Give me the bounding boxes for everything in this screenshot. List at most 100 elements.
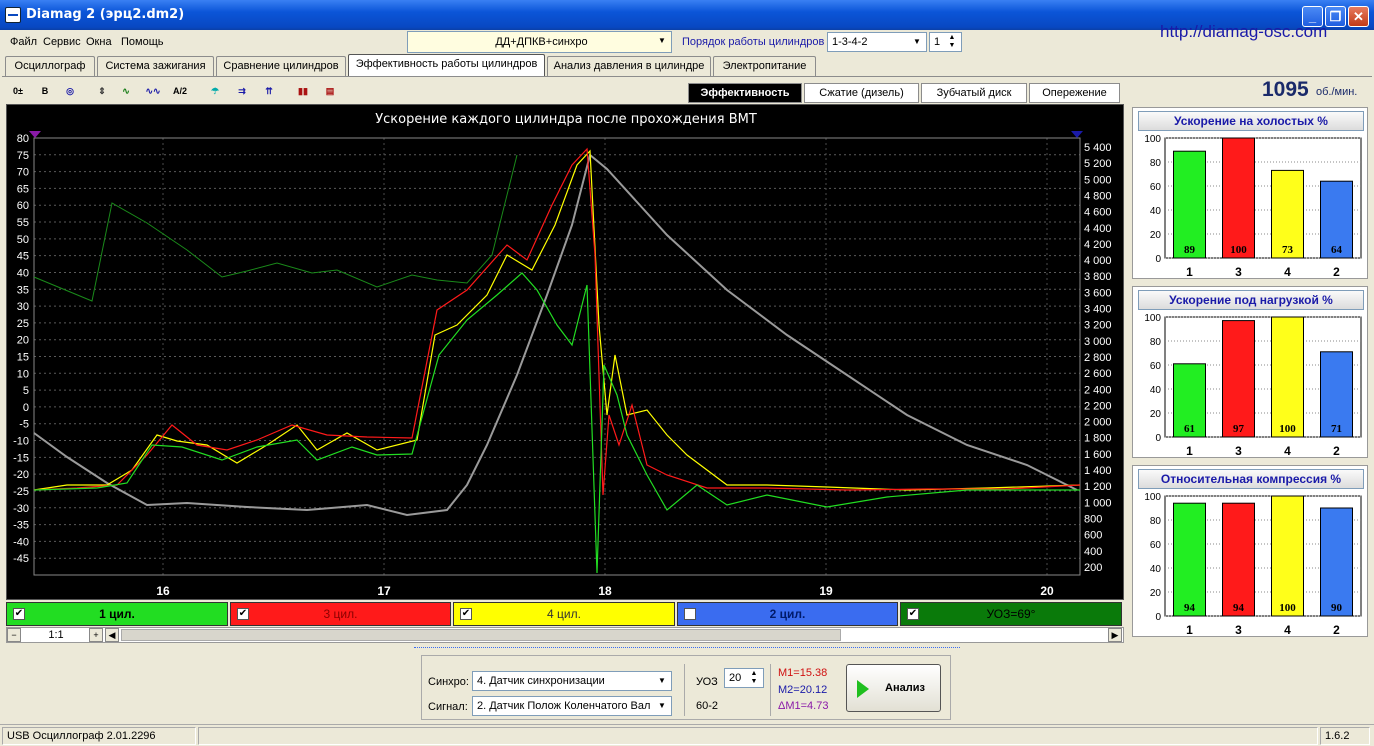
zoom-level: 1:1: [48, 629, 64, 641]
right-tick-label: 1 200: [1084, 481, 1112, 493]
chevron-down-icon: ▼: [658, 36, 666, 45]
x-category-label: 1: [1186, 623, 1193, 637]
time-scrollbar[interactable]: − 1:1 + ◀ ▶: [6, 627, 1124, 643]
channel-label: 1 цил.: [99, 607, 135, 621]
tab-0[interactable]: Осциллограф: [5, 56, 95, 76]
panel-1: Ускорение под нагрузкой % 100 80 60 40 20 0 61 1…: [1132, 286, 1368, 458]
right-tick-label: 2 000: [1084, 417, 1112, 429]
filter-icon[interactable]: ⇈: [259, 81, 279, 101]
log-icon[interactable]: ▤: [320, 81, 340, 101]
left-tick-label: 35: [17, 284, 29, 296]
channel-4[interactable]: ✔ УОЗ=69°: [900, 602, 1122, 626]
right-tick-label: 400: [1084, 546, 1102, 558]
scroll-left-icon[interactable]: ◀: [105, 628, 119, 642]
subtab-1[interactable]: Сжатие (дизель): [804, 83, 919, 103]
firing-order-label: Порядок работы цилиндров: [682, 36, 825, 48]
y-tick-label: 20: [1150, 588, 1162, 599]
zoom-in-icon[interactable]: +: [89, 628, 103, 642]
y-tick-label: 60: [1150, 361, 1162, 372]
right-tick-label: 5 200: [1084, 158, 1112, 170]
scroll-right-icon[interactable]: ▶: [1108, 628, 1122, 642]
menu-service[interactable]: Сервис: [43, 36, 81, 48]
left-marker-icon: [29, 131, 41, 138]
right-tick-label: 1 000: [1084, 497, 1112, 509]
status-device: USB Осциллограф 2.01.2296: [2, 727, 196, 745]
channel-3[interactable]: 2 цил.: [677, 602, 898, 626]
cyl-order-icon[interactable]: ⇉: [232, 81, 252, 101]
bars-icon[interactable]: ▮▮: [293, 81, 313, 101]
tab-4[interactable]: Анализ давления в цилиндре: [547, 56, 711, 76]
bar-value-label: 71: [1331, 423, 1342, 435]
marker-m1: M1=15.38: [778, 667, 828, 679]
y-tick-label: 60: [1150, 540, 1162, 551]
x-category-label: 4: [1284, 265, 1291, 279]
subtab-2[interactable]: Зубчатый диск: [921, 83, 1027, 103]
sync-select[interactable]: 4. Датчик синхронизации ▼: [472, 671, 672, 691]
teeth-pattern: 60-2: [696, 700, 719, 712]
analyze-button[interactable]: Анализ: [846, 664, 941, 712]
left-tick-label: -35: [13, 520, 29, 532]
bar: [1173, 502, 1206, 617]
panel-title[interactable]: Ускорение на холостых %: [1138, 111, 1364, 131]
x-category-label: 1: [1186, 444, 1193, 458]
bar: [1320, 507, 1353, 617]
rpm-icon[interactable]: ◎: [60, 81, 80, 101]
right-tick-label: 1 800: [1084, 433, 1112, 445]
menu-help[interactable]: Помощь: [121, 36, 164, 48]
left-tick-label: -20: [13, 469, 29, 481]
bar-value-label: 64: [1331, 244, 1343, 256]
panel-title[interactable]: Ускорение под нагрузкой %: [1138, 290, 1364, 310]
right-tick-label: 3 600: [1084, 287, 1112, 299]
y-tick-label: 0: [1155, 612, 1161, 623]
tab-2[interactable]: Сравнение цилиндров: [216, 56, 346, 76]
left-tick-label: 65: [17, 183, 29, 195]
scale-icon[interactable]: ⇕: [92, 81, 112, 101]
y-tick-label: 80: [1150, 516, 1162, 527]
panel-title[interactable]: Относительная компрессия %: [1138, 469, 1364, 489]
channel-0[interactable]: ✔ 1 цил.: [6, 602, 228, 626]
left-tick-label: 0: [23, 402, 29, 414]
channel-1[interactable]: ✔ 3 цил.: [230, 602, 451, 626]
restore-button[interactable]: ❐: [1325, 6, 1346, 27]
y-tick-label: 80: [1150, 337, 1162, 348]
zoom-out-icon[interactable]: −: [7, 628, 21, 642]
subtab-0[interactable]: Эффективность: [688, 83, 802, 103]
subtab-3[interactable]: Опережение: [1029, 83, 1120, 103]
signal-select[interactable]: 2. Датчик Полож Коленчатого Вал ▼: [472, 696, 672, 716]
curve-icon[interactable]: ∿: [116, 81, 136, 101]
vvti-icon[interactable]: ∿∿: [143, 81, 163, 101]
right-tick-label: 3 800: [1084, 271, 1112, 283]
left-tick-label: -30: [13, 503, 29, 515]
channel-2[interactable]: ✔ 4 цил.: [453, 602, 675, 626]
close-button[interactable]: ✕: [1348, 6, 1369, 27]
menu-file[interactable]: Файл: [10, 36, 37, 48]
bold-icon[interactable]: B: [35, 81, 55, 101]
marker-m2: M2=20.12: [778, 684, 828, 696]
cylinder-spinner[interactable]: 1 ▲ ▼: [929, 32, 962, 52]
left-tick-label: -40: [13, 536, 29, 548]
uoz-spinner[interactable]: 20 ▲ ▼: [724, 668, 764, 688]
website-link[interactable]: http://diamag-osc.com: [1160, 22, 1327, 42]
tab-5[interactable]: Электропитание: [713, 56, 816, 76]
panel-2: Относительная компрессия % 100 80 60 40 20 0 94…: [1132, 465, 1368, 637]
panel-chart: 100 80 60 40 20 0 89 1 100 3 73 4 64 2: [1144, 134, 1362, 279]
left-tick-label: 60: [17, 200, 29, 212]
firing-order-select[interactable]: 1-3-4-2 ▼: [827, 32, 927, 52]
menu-windows[interactable]: Окна: [86, 36, 112, 48]
right-tick-label: 4 000: [1084, 255, 1112, 267]
bottom-divider[interactable]: [414, 647, 960, 653]
bar-value-label: 94: [1233, 602, 1245, 614]
spinner-arrows-icon[interactable]: ▲ ▼: [747, 670, 761, 686]
channel-label: УОЗ=69°: [986, 607, 1036, 621]
bar-value-label: 100: [1279, 423, 1296, 435]
algorithm-icon[interactable]: A/2: [170, 81, 190, 101]
mode-select[interactable]: ДД+ДПКВ+синхро ▼: [407, 31, 672, 53]
tab-1[interactable]: Система зажигания: [97, 56, 214, 76]
spinner-arrows-icon[interactable]: ▲ ▼: [945, 34, 959, 50]
acceleration-chart[interactable]: Ускорение каждого цилиндра после прохожд…: [6, 104, 1124, 600]
scroll-thumb[interactable]: [121, 629, 841, 641]
zero-scale-icon[interactable]: 0±: [8, 81, 28, 101]
sensor-icon[interactable]: ☂: [205, 81, 225, 101]
y-tick-label: 100: [1144, 134, 1161, 145]
tab-3[interactable]: Эффективность работы цилиндров: [348, 54, 545, 77]
